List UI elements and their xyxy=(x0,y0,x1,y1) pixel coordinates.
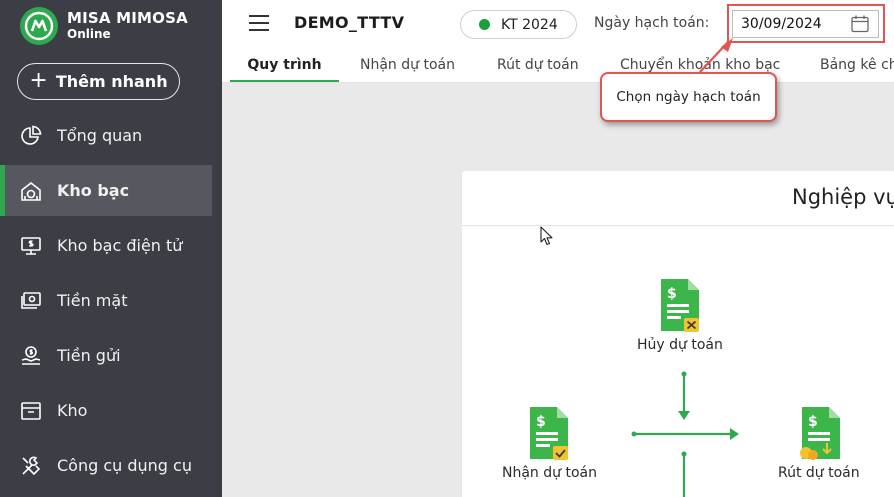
node-label: Hủy dự toán xyxy=(637,337,723,353)
sidebar: MISA MIMOSA Online + Thêm nhanh Tổng qua… xyxy=(0,0,222,497)
tools-icon xyxy=(22,456,41,475)
deposit-icon xyxy=(21,345,41,365)
plus-icon: + xyxy=(29,67,48,93)
tab-rut-du-toan[interactable]: Rút dự toán xyxy=(497,49,579,82)
sidebar-item-label: Tổng quan xyxy=(57,126,143,145)
sidebar-item-label: Kho bạc xyxy=(57,181,130,200)
svg-text:$: $ xyxy=(667,286,677,302)
workflow-node-rut-du-toan[interactable]: $ Rút dự toán xyxy=(778,405,860,481)
sidebar-item-label: Tiền mặt xyxy=(57,291,128,310)
app-logo[interactable]: MISA MIMOSA Online xyxy=(20,7,188,45)
calendar-icon[interactable] xyxy=(850,14,870,34)
document-withdraw-icon: $ xyxy=(799,407,840,460)
misa-logo-icon xyxy=(20,7,58,45)
sidebar-menu: Tổng quan Kho bạc Kho bạc điện tử Tiền m… xyxy=(0,110,212,495)
pie-chart-icon xyxy=(21,125,42,145)
monitor-money-icon xyxy=(21,236,41,255)
sidebar-item-label: Kho bạc điện tử xyxy=(57,236,183,255)
posting-date-tooltip: Chọn ngày hạch toán xyxy=(600,72,777,122)
sidebar-item-kho[interactable]: Kho xyxy=(0,385,212,436)
cash-icon xyxy=(21,291,41,309)
sidebar-item-kho-bac[interactable]: Kho bạc xyxy=(0,165,212,216)
svg-text:$: $ xyxy=(808,414,818,430)
quick-add-label: Thêm nhanh xyxy=(55,72,168,91)
brand-sub: Online xyxy=(67,26,111,41)
node-label: Nhận dự toán xyxy=(502,465,597,481)
brand-name: MISA MIMOSA xyxy=(67,9,188,28)
mouse-cursor-icon xyxy=(540,226,553,246)
tab-bang-ke-chung-tu[interactable]: Bảng kê chứng từ xyxy=(820,49,894,82)
fiscal-year-label: KT 2024 xyxy=(501,16,558,33)
sidebar-item-label: Kho xyxy=(57,401,88,420)
tooltip-text: Chọn ngày hạch toán xyxy=(616,89,761,105)
sidebar-item-cong-cu-dung-cu[interactable]: Công cụ dụng cụ xyxy=(0,440,212,491)
document-cancel-icon: $ xyxy=(660,279,699,332)
hamburger-menu-icon[interactable] xyxy=(249,15,269,31)
status-dot-icon xyxy=(479,19,490,30)
sidebar-item-kho-bac-dien-tu[interactable]: Kho bạc điện tử xyxy=(0,220,212,271)
posting-date-input[interactable]: 30/09/2024 xyxy=(732,10,879,38)
module-tabs: Quy trình Nhận dự toán Rút dự toán Chuyể… xyxy=(222,49,894,83)
sidebar-item-tien-gui[interactable]: Tiền gửi xyxy=(0,330,212,381)
warehouse-icon xyxy=(21,401,41,420)
quick-add-button[interactable]: + Thêm nhanh xyxy=(17,63,180,100)
treasury-icon xyxy=(21,181,41,201)
workflow-panel: Nghiệp vụ $ Hủy dự toán $ Nhận dự toán $… xyxy=(462,171,894,497)
sidebar-item-label: Công cụ dụng cụ xyxy=(57,456,192,475)
workflow-node-huy-du-toan[interactable]: $ Hủy dự toán xyxy=(637,277,723,353)
posting-date-value: 30/09/2024 xyxy=(741,16,822,32)
sidebar-item-label: Tiền gửi xyxy=(57,346,121,365)
fiscal-year-selector[interactable]: KT 2024 xyxy=(460,10,577,39)
sidebar-item-tong-quan[interactable]: Tổng quan xyxy=(0,110,212,161)
workflow-node-nhan-du-toan[interactable]: $ Nhận dự toán xyxy=(502,405,597,481)
company-name[interactable]: DEMO_TTTV xyxy=(294,13,404,32)
top-header: DEMO_TTTV KT 2024 Ngày hạch toán: 30/09/… xyxy=(222,0,894,49)
sidebar-item-tien-mat[interactable]: Tiền mặt xyxy=(0,275,212,326)
tab-quy-trinh[interactable]: Quy trình xyxy=(230,49,339,82)
posting-date-label: Ngày hạch toán: xyxy=(594,15,710,31)
svg-text:$: $ xyxy=(536,414,546,430)
node-label: Rút dự toán xyxy=(778,465,860,481)
sidebar-scrollbar[interactable] xyxy=(212,0,222,497)
document-check-icon: $ xyxy=(530,407,569,460)
tab-nhan-du-toan[interactable]: Nhận dự toán xyxy=(360,49,455,82)
